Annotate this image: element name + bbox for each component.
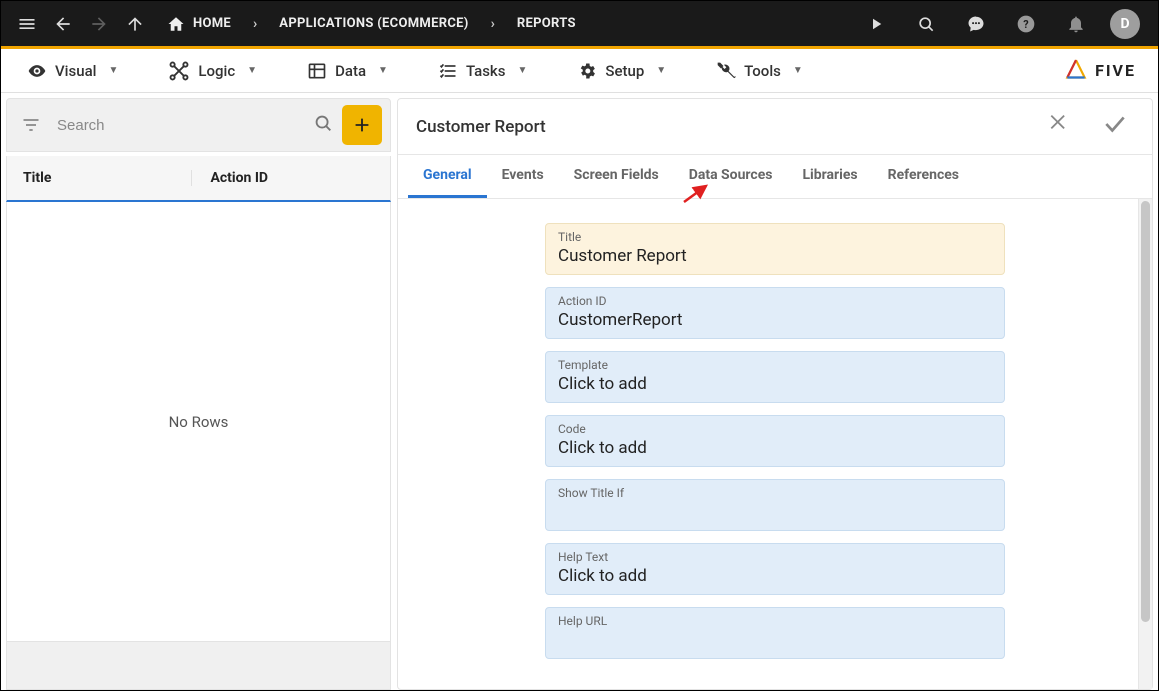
field-template-label: Template [558,358,992,372]
field-help-text-label: Help Text [558,550,992,564]
field-title[interactable]: Title Customer Report [545,223,1005,275]
topbar: HOME › APPLICATIONS (ECOMMERCE) › REPORT… [1,1,1158,49]
chevron-down-icon: ▼ [247,65,257,76]
help-icon[interactable]: ? [1010,8,1042,40]
field-code-label: Code [558,422,992,436]
detail-header: Customer Report [398,99,1152,155]
tab-events[interactable]: Events [487,155,559,198]
forward-icon [83,8,115,40]
tab-general[interactable]: General [408,155,487,198]
tab-libraries[interactable]: Libraries [787,155,872,198]
scrollbar-thumb[interactable] [1141,201,1150,622]
menu-setup[interactable]: Setup ▼ [563,61,680,81]
back-icon[interactable] [47,8,79,40]
brand-text: FIVE [1095,61,1136,80]
column-title[interactable]: Title [23,170,191,186]
search-row [6,98,391,152]
menu-tools[interactable]: Tools ▼ [702,61,817,81]
svg-text:?: ? [1023,18,1028,31]
chevron-down-icon: ▼ [108,65,118,76]
field-help-url-label: Help URL [558,614,992,628]
tabs-row: General Events Screen Fields Data Source… [398,155,1152,199]
list-footer [6,642,391,690]
form-scroll: Title Customer Report Action ID Customer… [398,199,1152,689]
tab-screen-fields[interactable]: Screen Fields [559,155,674,198]
filter-icon[interactable] [15,109,47,141]
play-icon[interactable] [860,8,892,40]
columns-header: Title Action ID [6,156,391,202]
field-action-id-label: Action ID [558,294,992,308]
field-code-value: Click to add [558,438,992,458]
field-title-label: Title [558,230,992,244]
bell-icon[interactable] [1060,8,1092,40]
menu-tools-label: Tools [744,62,781,80]
menu-logic[interactable]: Logic ▼ [154,60,271,82]
detail-title: Customer Report [416,117,546,137]
menu-logic-label: Logic [198,62,235,80]
brand-logo: FIVE [1063,58,1146,84]
menu-data[interactable]: Data ▼ [293,61,402,81]
field-show-title-if-label: Show Title If [558,486,992,500]
rows-empty-text: No Rows [169,413,229,431]
field-title-value: Customer Report [558,246,992,266]
menu-visual[interactable]: Visual ▼ [13,61,132,81]
rows-empty: No Rows [6,202,391,642]
up-icon[interactable] [119,8,151,40]
chat-icon[interactable] [960,8,992,40]
column-action-id[interactable]: Action ID [191,170,374,186]
field-show-title-if-value [558,502,992,522]
breadcrumb-applications[interactable]: APPLICATIONS (ECOMMERCE) [267,16,480,31]
chevron-down-icon: ▼ [517,65,527,76]
chevron-down-icon: ▼ [378,65,388,76]
menu-tasks[interactable]: Tasks ▼ [424,61,541,81]
tab-references[interactable]: References [873,155,974,198]
breadcrumb-applications-label: APPLICATIONS (ECOMMERCE) [279,16,468,31]
chevron-down-icon: ▼ [793,65,803,76]
field-show-title-if[interactable]: Show Title If [545,479,1005,531]
field-action-id-value: CustomerReport [558,310,992,330]
add-button[interactable] [342,105,382,145]
breadcrumb-reports-label: REPORTS [517,16,576,31]
breadcrumb-home-label: HOME [193,16,231,31]
field-code[interactable]: Code Click to add [545,415,1005,467]
avatar[interactable]: D [1110,9,1140,39]
search-input[interactable] [55,111,302,140]
tab-data-sources[interactable]: Data Sources [674,155,788,198]
field-help-url-value [558,630,992,650]
field-help-url[interactable]: Help URL [545,607,1005,659]
logo-icon [1063,58,1089,84]
chevron-right-icon: › [485,16,501,32]
menu-setup-label: Setup [605,62,644,80]
hamburger-icon[interactable] [11,8,43,40]
field-template[interactable]: Template Click to add [545,351,1005,403]
chevron-down-icon: ▼ [656,65,666,76]
chevron-right-icon: › [247,16,263,32]
menu-tasks-label: Tasks [466,62,506,80]
field-help-text-value: Click to add [558,566,992,586]
close-icon[interactable] [1042,105,1076,148]
detail-panel: Customer Report General Events Screen Fi… [397,98,1153,690]
list-panel: Title Action ID No Rows [6,98,391,690]
menu-visual-label: Visual [55,62,96,80]
breadcrumb-home[interactable]: HOME [155,15,243,33]
search-global-icon[interactable] [910,8,942,40]
menubar: Visual ▼ Logic ▼ Data ▼ Tasks ▼ Setup ▼ … [1,49,1158,93]
field-action-id[interactable]: Action ID CustomerReport [545,287,1005,339]
check-icon[interactable] [1096,105,1134,148]
search-icon[interactable] [312,112,334,138]
field-template-value: Click to add [558,374,992,394]
menu-data-label: Data [335,62,366,80]
field-help-text[interactable]: Help Text Click to add [545,543,1005,595]
scrollbar[interactable] [1138,199,1152,689]
breadcrumb-reports[interactable]: REPORTS [505,16,588,31]
